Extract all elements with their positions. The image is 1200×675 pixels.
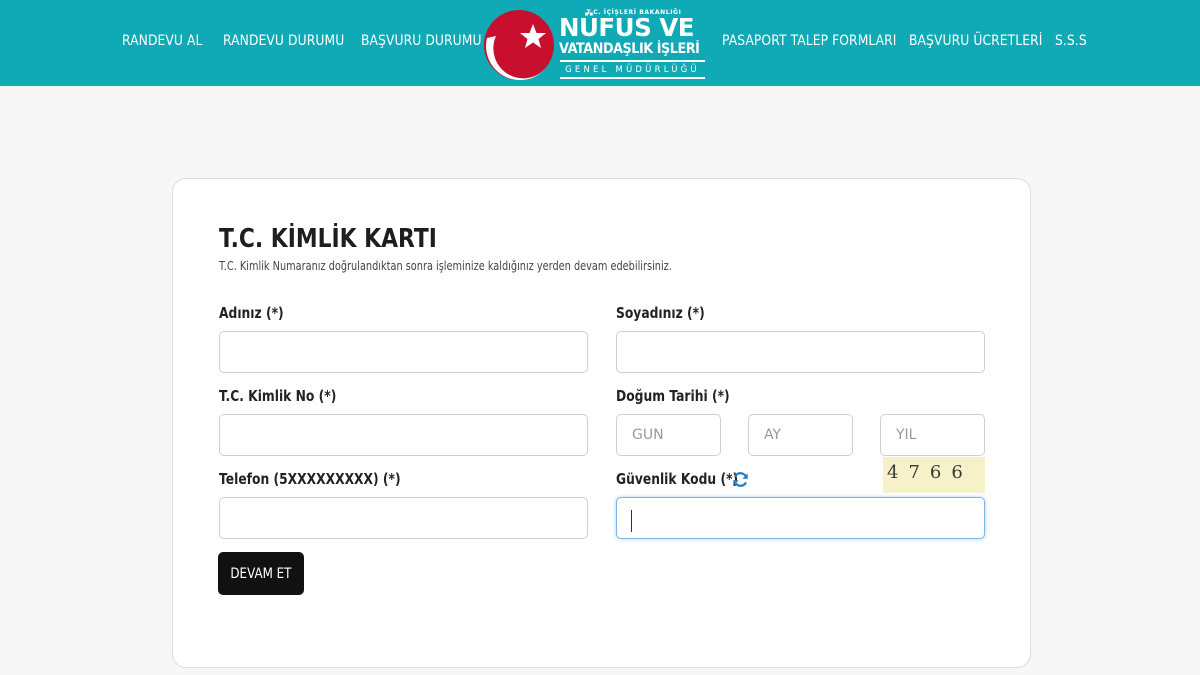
surname-label: Soyadınız (*) [616, 304, 705, 322]
logo-title-line3: GENEL MÜDÜRLÜĞÜ [565, 65, 700, 75]
logo-title-line1: NÜFUS VE [559, 13, 694, 42]
crescent-star-emblem-icon [484, 10, 554, 81]
logo-divider-bottom [560, 77, 705, 79]
nav-sss[interactable]: S.S.S [1055, 33, 1087, 49]
text-cursor [631, 510, 632, 532]
nav-basvuru-durumu[interactable]: BAŞVURU DURUMU [361, 33, 482, 49]
nav-basvuru-ucretleri[interactable]: BAŞVURU ÜCRETLERİ [909, 33, 1042, 49]
nav-pasaport-talep-formlari[interactable]: PASAPORT TALEP FORMLARI [722, 33, 897, 49]
name-field[interactable] [219, 331, 588, 373]
birth-month-field[interactable] [748, 414, 853, 456]
captcha-image: 4766 [883, 457, 985, 493]
nav-randevu-durumu[interactable]: RANDEVU DURUMU [223, 33, 344, 49]
page-title: T.C. KİMLİK KARTI [219, 224, 437, 254]
security-code-label: Güvenlik Kodu (*) [616, 470, 739, 488]
continue-button[interactable]: DEVAM ET [218, 552, 304, 595]
captcha-code: 4766 [887, 462, 973, 483]
phone-label: Telefon (5XXXXXXXXX) (*) [219, 470, 401, 488]
nvi-logo[interactable]: T.C. İÇİŞLERİ BAKANLIĞI NÜFUS VE VATANDA… [482, 8, 708, 81]
tc-number-field[interactable] [219, 414, 588, 456]
nav-randevu-al[interactable]: RANDEVU AL [122, 33, 203, 49]
birth-date-label: Doğum Tarihi (*) [616, 387, 730, 405]
continue-button-label: DEVAM ET [230, 565, 292, 582]
logo-title-line2: VATANDAŞLIK İŞLERİ [559, 41, 700, 57]
security-code-field[interactable] [616, 497, 985, 539]
phone-field[interactable] [219, 497, 588, 539]
top-navigation-bar: RANDEVU AL RANDEVU DURUMU BAŞVURU DURUMU… [0, 0, 1200, 86]
tc-number-label: T.C. Kimlik No (*) [219, 387, 337, 405]
birth-day-field[interactable] [616, 414, 721, 456]
refresh-icon[interactable] [732, 471, 749, 488]
birth-year-field[interactable] [880, 414, 985, 456]
page-subtitle: T.C. Kimlik Numaranız doğrulandıktan son… [219, 258, 672, 273]
form-card: T.C. KİMLİK KARTI T.C. Kimlik Numaranız … [172, 178, 1031, 668]
logo-divider [560, 60, 705, 62]
surname-field[interactable] [616, 331, 985, 373]
name-label: Adınız (*) [219, 304, 284, 322]
